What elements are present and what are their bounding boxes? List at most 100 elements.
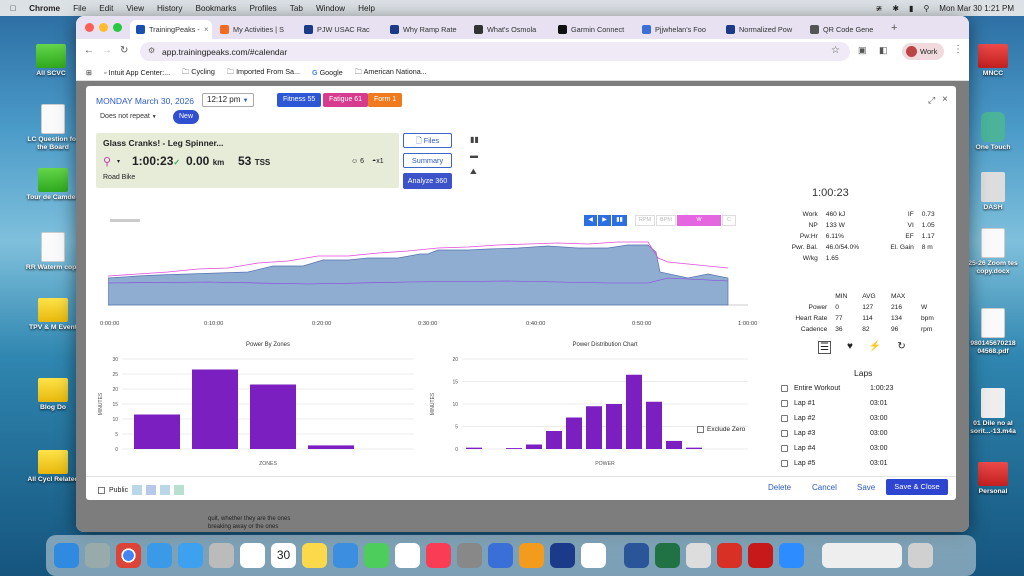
- desktop-item[interactable]: TPV & M Event: [22, 298, 84, 332]
- bookmark-star-icon[interactable]: ☆: [831, 45, 840, 56]
- search-icon[interactable]: ⚲: [923, 4, 929, 13]
- bar[interactable]: [526, 444, 542, 450]
- bar[interactable]: [686, 447, 702, 449]
- files-button[interactable]: 🗋 Files: [403, 133, 452, 148]
- comment-icon[interactable]: ▬: [470, 151, 478, 160]
- reload-icon[interactable]: ↻: [120, 45, 128, 56]
- tab[interactable]: Garmin Connect: [552, 20, 634, 39]
- minimize-window-icon[interactable]: [99, 23, 108, 32]
- forward-icon[interactable]: →: [102, 45, 112, 56]
- launchpad-icon[interactable]: [85, 543, 110, 568]
- c-toggle[interactable]: C: [722, 215, 736, 226]
- checkbox[interactable]: [697, 426, 704, 433]
- lap-row[interactable]: Lap #2 03:00: [781, 415, 888, 422]
- messages-icon[interactable]: [364, 543, 389, 568]
- zoom-icon[interactable]: [779, 543, 804, 568]
- bar[interactable]: [586, 406, 602, 449]
- power-toggle[interactable]: W: [677, 215, 721, 226]
- menu-view[interactable]: View: [126, 4, 144, 13]
- timeline-chart[interactable]: 150 100 50: [108, 228, 748, 316]
- bar[interactable]: [466, 447, 482, 449]
- desktop-item[interactable]: All Cycl Related: [22, 450, 84, 484]
- new-tab-icon[interactable]: +: [891, 22, 897, 34]
- checkbox[interactable]: [781, 400, 788, 407]
- sidepanel-icon[interactable]: ◧: [879, 45, 888, 56]
- repeat-select[interactable]: Does not repeat ▼: [100, 113, 157, 120]
- notes-icon[interactable]: [302, 543, 327, 568]
- expand-icon[interactable]: ⤢: [928, 95, 935, 106]
- trash-icon[interactable]: [908, 543, 933, 568]
- battery-icon[interactable]: ▮: [909, 4, 913, 13]
- menu-history[interactable]: History: [157, 4, 182, 13]
- bookmark-folder[interactable]: 🗀 Cycling: [182, 66, 215, 79]
- music-icon[interactable]: [426, 543, 451, 568]
- extensions-icon[interactable]: ▣: [858, 45, 867, 56]
- next-icon[interactable]: ▶: [598, 215, 611, 226]
- cancel-button[interactable]: Cancel: [812, 483, 837, 492]
- rpm-toggle[interactable]: RPM: [635, 215, 655, 226]
- word-icon[interactable]: [624, 543, 649, 568]
- recent-windows[interactable]: [822, 543, 902, 568]
- facebook-icon[interactable]: [146, 485, 157, 495]
- wifi-icon[interactable]: ≇: [876, 4, 883, 13]
- bar[interactable]: [606, 404, 622, 449]
- bar[interactable]: [566, 417, 582, 450]
- close-icon[interactable]: ×: [942, 94, 948, 105]
- desktop-item[interactable]: 25-26 Zoom tes copy.docx: [962, 228, 1024, 276]
- bar[interactable]: [646, 401, 662, 449]
- bar[interactable]: [506, 448, 522, 449]
- checkbox[interactable]: [98, 486, 105, 494]
- menubar-clock[interactable]: Mon Mar 30 1:21 PM: [939, 4, 1014, 13]
- bluetooth-icon[interactable]: ✱: [892, 4, 899, 13]
- settings-icon[interactable]: [457, 543, 482, 568]
- site-info-icon[interactable]: ⚙: [148, 46, 155, 55]
- contacts-icon[interactable]: [209, 543, 234, 568]
- app-icon[interactable]: [717, 543, 742, 568]
- email-icon[interactable]: [174, 485, 185, 495]
- calendar-icon[interactable]: 30: [271, 543, 296, 568]
- tab[interactable]: Normalized Pow: [720, 20, 802, 39]
- map-icon[interactable]: ⛰: [470, 167, 477, 177]
- close-window-icon[interactable]: [85, 23, 94, 32]
- menu-file[interactable]: File: [73, 4, 86, 13]
- app-icon[interactable]: [581, 543, 606, 568]
- checkbox[interactable]: [781, 445, 788, 452]
- exclude-zero-option[interactable]: Exclude Zero: [697, 426, 745, 433]
- desktop-item[interactable]: DASH: [962, 172, 1024, 212]
- bar[interactable]: [134, 414, 180, 450]
- tab[interactable]: QR Code Gene: [804, 20, 888, 39]
- tab[interactable]: Pjjwhelan's Foo: [636, 20, 718, 39]
- time-select[interactable]: 12:12 pm ▼: [202, 93, 254, 107]
- apps-icon[interactable]: ⊞: [86, 68, 92, 77]
- desktop-item[interactable]: One Touch: [962, 112, 1024, 152]
- summary-button[interactable]: Summary: [403, 153, 452, 168]
- books-icon[interactable]: [519, 543, 544, 568]
- public-toggle[interactable]: Public: [98, 485, 185, 495]
- bar[interactable]: [626, 374, 642, 449]
- chat-count[interactable]: ◓x1: [372, 158, 384, 165]
- close-tab-icon[interactable]: ×: [204, 25, 209, 34]
- desktop-item[interactable]: Blog Do: [22, 378, 84, 412]
- lap-row[interactable]: Lap #3 03:00: [781, 430, 888, 437]
- app-icon[interactable]: [488, 543, 513, 568]
- bar[interactable]: [192, 369, 238, 450]
- desktop-item[interactable]: Tour de Camden: [22, 168, 84, 202]
- bar[interactable]: [250, 384, 296, 450]
- menu-profiles[interactable]: Profiles: [249, 4, 276, 13]
- chrome-menu-icon[interactable]: ⋮: [953, 44, 963, 55]
- desktop-item[interactable]: MNCC: [962, 44, 1024, 78]
- tab[interactable]: PJW USAC Rac: [298, 20, 382, 39]
- list-icon[interactable]: ☰: [818, 341, 831, 354]
- excel-icon[interactable]: [655, 543, 680, 568]
- trainingpeaks-dock-icon[interactable]: [550, 543, 575, 568]
- chevron-down-icon[interactable]: ▾: [117, 158, 120, 165]
- photos-icon[interactable]: [395, 543, 420, 568]
- bars-icon[interactable]: ▮▮: [612, 215, 627, 226]
- zoom-slider[interactable]: [110, 219, 140, 222]
- save-button[interactable]: Save: [857, 483, 875, 492]
- bar[interactable]: [308, 445, 354, 449]
- lap-row[interactable]: Lap #1 03:01: [781, 400, 888, 407]
- desktop-item[interactable]: Personal: [962, 462, 1024, 496]
- link-icon[interactable]: [160, 485, 171, 495]
- lap-row[interactable]: Entire Workout 1:00:23: [781, 385, 893, 392]
